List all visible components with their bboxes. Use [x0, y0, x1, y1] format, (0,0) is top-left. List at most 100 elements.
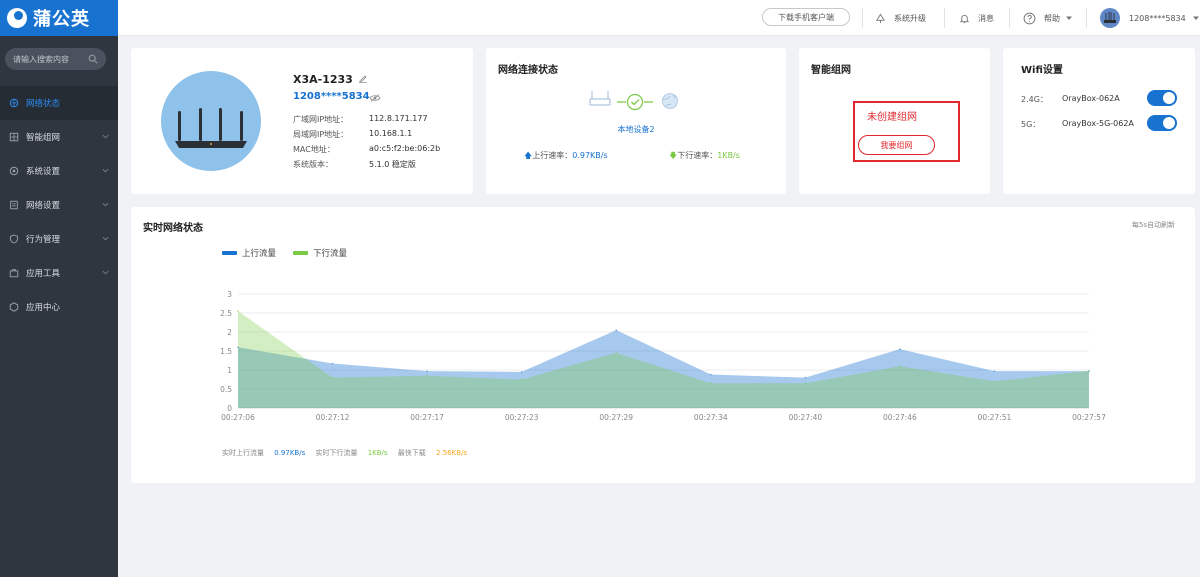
- download-speed-value: 1KB/s: [717, 151, 740, 160]
- system-upgrade-button[interactable]: 系统升级: [875, 0, 926, 36]
- sidebar-item-system-settings[interactable]: 系统设置: [0, 154, 118, 188]
- sidebar-item-app-center[interactable]: 应用中心: [0, 290, 118, 324]
- sidebar-item-label: 应用工具: [26, 269, 61, 279]
- stat-peak: 最快下载 2.56KB/s: [398, 449, 467, 457]
- sidebar-item-network-status[interactable]: 网络状态: [0, 86, 118, 120]
- mesh-highlight-box: 未创建组网 我要组网: [853, 101, 960, 162]
- wifi-band-label: 2.4G：: [1021, 95, 1048, 104]
- wifi-2g-toggle[interactable]: [1147, 90, 1177, 106]
- sidebar-item-network-settings[interactable]: 网络设置: [0, 188, 118, 222]
- wifi-ssid: OrayBox-5G-062A: [1062, 119, 1134, 128]
- x-tick-label: 00:27:06: [221, 413, 255, 422]
- local-devices-link[interactable]: 本地设备2: [486, 124, 786, 135]
- realtime-card: 实时网络状态 每5s自动刷新 上行流量 下行流量 0 0.5 1 1.5 2 2.5 3 00…: [131, 207, 1195, 483]
- y-tick-label: 1: [227, 366, 232, 375]
- version-label: 系统版本：: [293, 160, 333, 169]
- wifi-card: Wifi设置 2.4G： OrayBox-062A 5G： OrayBox-5G…: [1003, 48, 1195, 194]
- search-input[interactable]: [13, 54, 88, 64]
- stat-download-label: 实时下行流量: [315, 449, 358, 457]
- brand-logo[interactable]: 蒲公英: [0, 0, 118, 36]
- wifi-ssid: OrayBox-062A: [1062, 94, 1120, 103]
- search-icon[interactable]: [88, 54, 98, 64]
- local-device-icon: [589, 91, 611, 106]
- sidebar-item-behavior[interactable]: 行为管理: [0, 222, 118, 256]
- data-point: [520, 371, 523, 373]
- search-box: [5, 48, 106, 70]
- wifi-5g-toggle[interactable]: [1147, 115, 1177, 131]
- data-point: [899, 348, 901, 350]
- topbar: 下载手机客户端 系统升级 消息 帮助 1208****5834: [118, 0, 1200, 36]
- data-point: [615, 352, 618, 354]
- brand-name: 蒲公英: [33, 9, 90, 30]
- help-label: 帮助: [1044, 13, 1060, 23]
- mesh-card: 智能组网 未创建组网 我要组网: [799, 48, 990, 194]
- sidebar-menu: 网络状态 智能组网 系统设置 网络设置 行为管理 应用工具 应用中心: [0, 86, 118, 324]
- data-point: [899, 365, 901, 367]
- device-id: 1208****5834: [293, 91, 370, 102]
- bell-icon: [959, 14, 970, 23]
- download-speed: 🡇下行速率：1KB/s: [669, 150, 740, 164]
- sidebar-item-label: 网络状态: [26, 99, 61, 109]
- chevron-down-icon: [102, 270, 109, 275]
- sidebar-item-tools[interactable]: 应用工具: [0, 256, 118, 290]
- data-point: [993, 370, 996, 372]
- y-tick-label: 0.5: [220, 385, 232, 394]
- stat-upload-value: 0.97KB/s: [274, 449, 306, 457]
- data-point: [709, 373, 712, 376]
- data-point: [804, 382, 807, 385]
- stat-download: 实时下行流量 1KB/s: [315, 449, 387, 457]
- download-speed-label: 下行速率：: [677, 151, 718, 160]
- messages-label: 消息: [978, 13, 994, 23]
- download-app-button[interactable]: 下载手机客户端: [762, 8, 850, 26]
- chevron-down-icon: [102, 134, 109, 139]
- eye-off-icon[interactable]: [369, 94, 381, 102]
- create-mesh-button[interactable]: 我要组网: [858, 135, 935, 155]
- arrow-up-icon: 🡅: [524, 151, 533, 160]
- data-point: [709, 382, 712, 385]
- upload-speed-value: 0.97KB/s: [572, 151, 608, 160]
- x-tick-label: 00:27:17: [410, 413, 444, 422]
- chevron-down-icon: [102, 236, 109, 241]
- x-tick-label: 00:27:57: [1072, 413, 1106, 422]
- connection-diagram: [589, 91, 678, 111]
- lan-ip-label: 局域网IP地址：: [293, 130, 349, 139]
- sidebar-item-label: 系统设置: [26, 167, 61, 177]
- sidebar-item-mesh[interactable]: 智能组网: [0, 120, 118, 154]
- y-tick-label: 3: [227, 290, 232, 299]
- messages-button[interactable]: 消息: [959, 0, 994, 36]
- user-menu[interactable]: 1208****5834: [1100, 0, 1200, 36]
- x-tick-label: 00:27:46: [883, 413, 917, 422]
- stat-upload-label: 实时上行流量: [222, 449, 264, 457]
- x-tick-label: 00:27:23: [505, 413, 539, 422]
- wan-ip-value: 112.8.171.177: [369, 114, 428, 123]
- card-title: 网络连接状态: [498, 65, 558, 76]
- mesh-icon: [9, 132, 19, 142]
- help-icon: [1023, 12, 1036, 24]
- upload-speed: 🡅上行速率：0.97KB/s: [524, 150, 608, 164]
- gear-icon: [9, 166, 19, 176]
- upload-speed-label: 上行速率：: [532, 151, 573, 160]
- mac-value: a0:c5:f2:be:06:2b: [369, 144, 441, 153]
- shield-icon: [10, 234, 18, 244]
- upgrade-icon: [876, 13, 885, 23]
- data-point: [426, 370, 428, 372]
- version-value: 5.1.0 稳定版: [369, 160, 416, 169]
- card-title: 智能组网: [811, 65, 851, 76]
- help-menu[interactable]: 帮助: [1023, 0, 1073, 36]
- sidebar: 蒲公英 网络状态 智能组网 系统设置 网络设置 行为管理: [0, 0, 118, 577]
- network-icon: [9, 98, 19, 108]
- brand-icon: [7, 8, 27, 28]
- sidebar-item-label: 应用中心: [26, 303, 61, 313]
- x-tick-label: 00:27:29: [599, 413, 633, 422]
- sidebar-item-label: 网络设置: [26, 201, 61, 211]
- mesh-status: 未创建组网: [867, 112, 917, 123]
- data-point: [1088, 369, 1090, 372]
- caret-down-icon: [1066, 16, 1072, 20]
- mac-label: MAC地址：: [293, 145, 335, 154]
- network-status-card: 网络连接状态 本地设备2 🡅上行速率：0.97KB/s 🡇下行速率：1KB/s: [486, 48, 786, 194]
- router-image: [161, 71, 261, 171]
- device-card: X3A-1233 1208****5834 广域网IP地址： 112.8.171…: [131, 48, 473, 194]
- x-tick-label: 00:27:34: [694, 413, 728, 422]
- device-name: X3A-1233: [293, 73, 353, 86]
- edit-icon[interactable]: [358, 73, 368, 83]
